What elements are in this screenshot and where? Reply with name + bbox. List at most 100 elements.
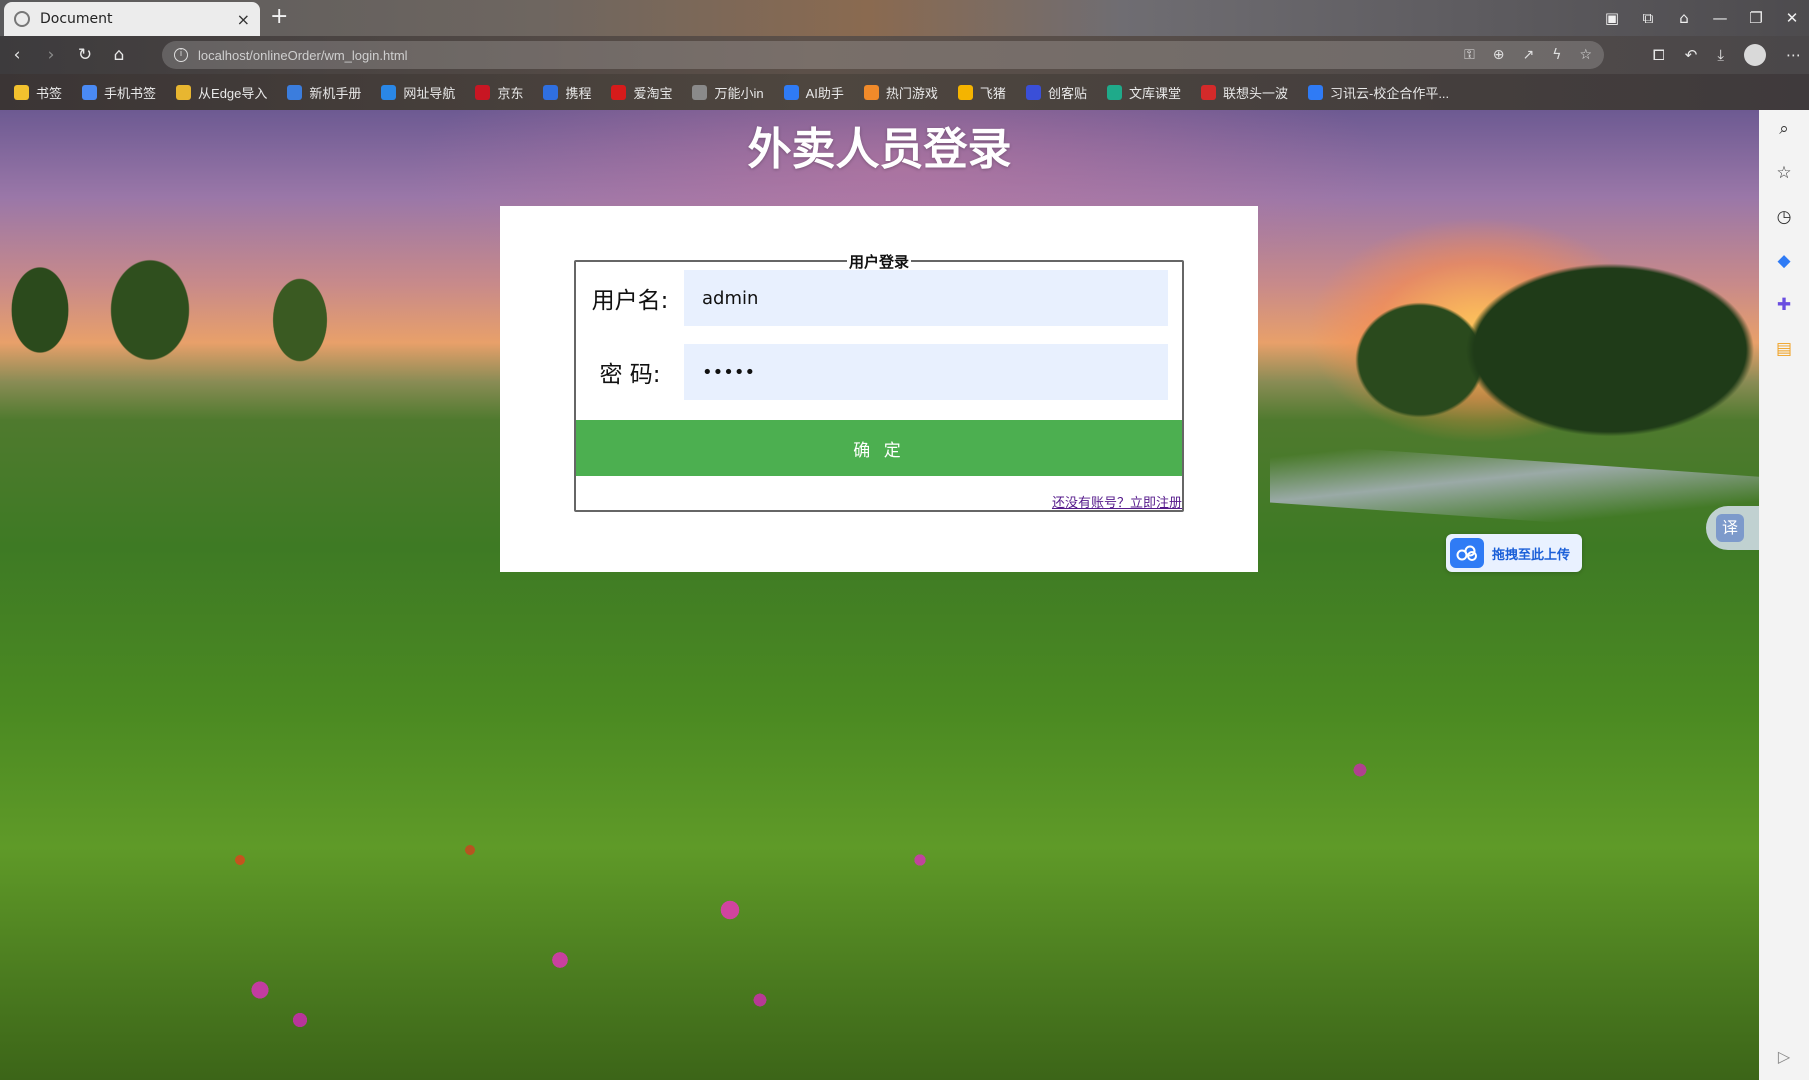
username-input[interactable] bbox=[684, 270, 1168, 326]
translate-icon: 译 bbox=[1716, 514, 1744, 542]
bookmark-item[interactable]: 手机书签 bbox=[82, 83, 156, 102]
login-panel: 用户登录 用户名: 密 码: 确 定 还没有账号？立即注册 bbox=[500, 206, 1258, 572]
password-key-icon[interactable]: ⚿ bbox=[1464, 47, 1475, 63]
toolbox-icon[interactable]: ▤ bbox=[1773, 338, 1795, 360]
username-row: 用户名: bbox=[576, 270, 1182, 326]
download-icon[interactable]: ⤓ bbox=[1717, 46, 1724, 64]
back-icon[interactable]: ‹ bbox=[0, 45, 34, 65]
bookmark-item[interactable]: 文库课堂 bbox=[1106, 83, 1181, 102]
bookmark-item[interactable]: 万能小in bbox=[692, 83, 764, 102]
bookmark-label: 从Edge导入 bbox=[198, 85, 268, 101]
bookmark-label: 飞猪 bbox=[979, 85, 1006, 101]
bookmark-item[interactable]: 热门游戏 bbox=[863, 83, 938, 102]
site-info-icon[interactable]: i bbox=[174, 48, 188, 62]
bookmark-label: 文库课堂 bbox=[1128, 85, 1181, 101]
url-input[interactable] bbox=[198, 47, 1465, 63]
collapse-sidebar-icon[interactable]: ▷ bbox=[1778, 1047, 1790, 1066]
folder-icon bbox=[176, 84, 192, 100]
register-link[interactable]: 还没有账号？立即注册 bbox=[1052, 492, 1182, 511]
bookmark-label: 联想头一波 bbox=[1222, 85, 1288, 101]
wanneng-icon bbox=[692, 84, 708, 100]
taobao-icon bbox=[611, 84, 627, 100]
browser-toolbar: ‹ › ↻ ⌂ i ⚿ ⊕ ↗ ϟ ☆ ⧠ ↶ ⤓ ⋯ bbox=[0, 36, 1809, 74]
translate-button[interactable]: 译 bbox=[1706, 506, 1759, 550]
bookmark-item[interactable]: 京东 bbox=[475, 83, 523, 102]
favorite-star-icon[interactable]: ☆ bbox=[1579, 47, 1592, 63]
forward-icon[interactable]: › bbox=[34, 45, 68, 65]
extensions-puzzle-icon[interactable]: ⧠ bbox=[1653, 46, 1665, 64]
background-flowers bbox=[0, 760, 1759, 1080]
close-window-icon[interactable]: ✕ bbox=[1783, 9, 1801, 27]
minimize-icon[interactable]: — bbox=[1711, 9, 1729, 27]
bookmark-item[interactable]: 新机手册 bbox=[287, 83, 361, 102]
bookmark-label: 热门游戏 bbox=[885, 85, 938, 101]
more-menu-icon[interactable]: ⋯ bbox=[1786, 46, 1801, 64]
collections-icon[interactable]: ⧉ bbox=[1639, 9, 1657, 27]
bookmark-star-icon bbox=[14, 84, 29, 100]
reload-icon[interactable]: ↻ bbox=[68, 45, 102, 65]
tab-close-icon[interactable]: × bbox=[237, 10, 250, 29]
browser-side-rail: ⌕ ☆ ◷ ◆ ✚ ▤ ▷ bbox=[1759, 110, 1809, 1080]
game-controller-icon[interactable]: ✚ bbox=[1773, 294, 1795, 316]
background-trees-left bbox=[0, 250, 520, 380]
lightning-icon[interactable]: ϟ bbox=[1552, 47, 1561, 63]
browser-tab-bar: Document × + ▣ ⧉ ⌂ — ❐ ✕ bbox=[0, 0, 1809, 36]
sidebar-toggle-icon[interactable]: ▣ bbox=[1603, 9, 1621, 27]
bookmark-label: 新机手册 bbox=[309, 85, 362, 101]
bookmark-label: 创客贴 bbox=[1047, 85, 1087, 101]
bookmark-label: 京东 bbox=[497, 85, 524, 101]
bookmark-item[interactable]: 创客贴 bbox=[1025, 83, 1087, 102]
home-icon[interactable]: ⌂ bbox=[102, 45, 136, 65]
undo-icon[interactable]: ↶ bbox=[1685, 46, 1698, 64]
tab-title: Document bbox=[40, 11, 113, 27]
lenovo-icon bbox=[1200, 84, 1216, 100]
bookmark-item[interactable]: 携程 bbox=[543, 83, 591, 102]
new-tab-button[interactable]: + bbox=[270, 4, 288, 29]
history-clock-icon[interactable]: ◷ bbox=[1773, 206, 1795, 228]
upload-label: 拖拽至此上传 bbox=[1492, 547, 1571, 563]
bookmark-item[interactable]: 爱淘宝 bbox=[611, 83, 672, 102]
page-title: 外卖人员登录 bbox=[747, 124, 1012, 175]
jd-icon bbox=[475, 84, 491, 100]
bookmark-item[interactable]: 从Edge导入 bbox=[176, 83, 267, 102]
bookmark-item[interactable]: 联想头一波 bbox=[1200, 83, 1288, 102]
drag-upload-widget[interactable]: 拖拽至此上传 bbox=[1446, 534, 1582, 572]
bookmark-item[interactable]: 习讯云-校企合作平... bbox=[1307, 83, 1449, 102]
manual-icon bbox=[287, 84, 303, 100]
extensions-icon[interactable]: ⌂ bbox=[1675, 9, 1693, 27]
password-input[interactable] bbox=[684, 344, 1168, 400]
search-icon[interactable]: ⌕ bbox=[1773, 118, 1795, 140]
submit-button[interactable]: 确 定 bbox=[576, 420, 1182, 476]
password-label: 密 码: bbox=[599, 362, 661, 388]
xixunyun-icon bbox=[1307, 84, 1323, 100]
favorites-star-icon[interactable]: ☆ bbox=[1773, 162, 1795, 184]
profile-avatar[interactable] bbox=[1744, 44, 1766, 66]
fieldset-legend: 用户登录 bbox=[846, 253, 911, 271]
bookmark-item[interactable]: AI助手 bbox=[783, 83, 844, 102]
fliggy-icon bbox=[957, 84, 973, 100]
bookmark-item[interactable]: 网址导航 bbox=[381, 83, 455, 102]
address-bar[interactable]: i ⚿ ⊕ ↗ ϟ ☆ bbox=[162, 41, 1604, 69]
share-icon[interactable]: ↗ bbox=[1522, 47, 1534, 63]
bookmark-item[interactable]: 书签 bbox=[14, 83, 62, 102]
zoom-icon[interactable]: ⊕ bbox=[1493, 47, 1505, 63]
bookmark-mobile-icon bbox=[82, 84, 98, 100]
username-label: 用户名: bbox=[591, 288, 669, 314]
wenku-icon bbox=[1106, 84, 1122, 100]
ctrip-icon bbox=[543, 84, 559, 100]
password-row: 密 码: bbox=[576, 344, 1182, 400]
bookmarks-bar: 书签 手机书签 从Edge导入 新机手册 网址导航 京东 携程 爱淘宝 万能小i… bbox=[0, 74, 1809, 110]
restore-icon[interactable]: ❐ bbox=[1747, 9, 1765, 27]
bookmark-label: 万能小in bbox=[714, 85, 764, 101]
navigation-icon bbox=[381, 84, 397, 100]
page-viewport: 外卖人员登录 用户登录 用户名: 密 码: 确 定 还没有账号？立即注册 拖拽至… bbox=[0, 110, 1759, 1080]
login-fieldset: 用户登录 用户名: 密 码: 确 定 还没有账号？立即注册 bbox=[574, 253, 1184, 512]
page-favicon-icon bbox=[14, 11, 30, 27]
bookmark-item[interactable]: 飞猪 bbox=[957, 83, 1006, 102]
games-icon bbox=[863, 84, 879, 100]
background-trees-right bbox=[1310, 240, 1759, 460]
window-controls: ▣ ⧉ ⌂ — ❐ ✕ bbox=[1603, 0, 1801, 36]
ai-icon[interactable]: ◆ bbox=[1773, 250, 1795, 272]
browser-tab[interactable]: Document × bbox=[4, 2, 260, 36]
bookmark-label: 书签 bbox=[36, 85, 63, 101]
